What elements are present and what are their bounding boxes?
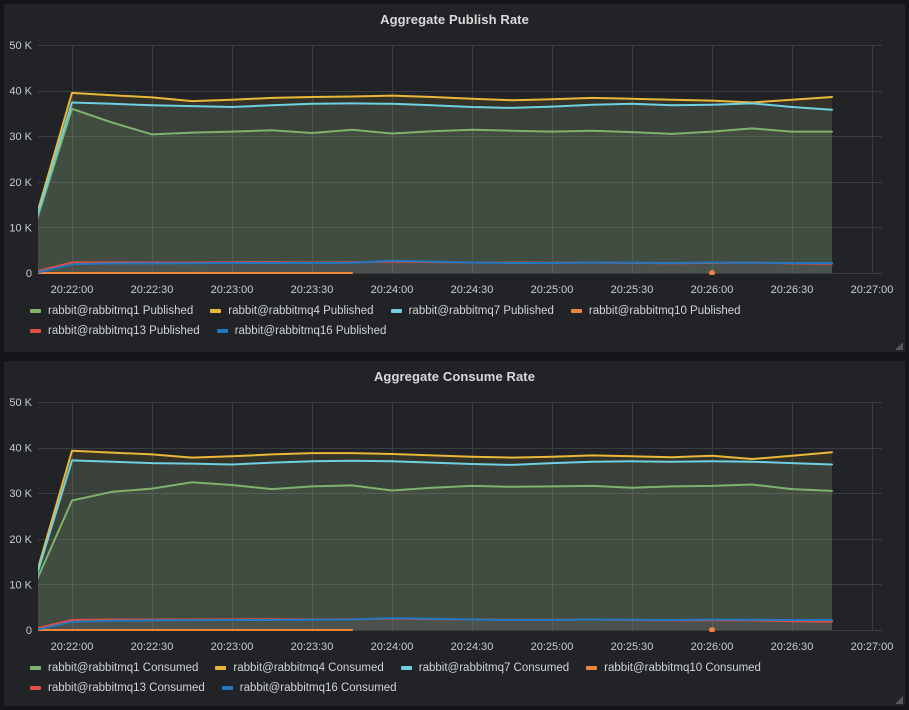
consume-rate-chart[interactable]: 0 10 K 20 K 30 K 40 K 50 K 20:22:00 20:22:30 20:… — [4, 361, 905, 661]
legend-series-label: rabbit@rabbitmq1 Consumed — [48, 662, 198, 674]
legend-series-label: rabbit@rabbitmq7 Consumed — [419, 662, 569, 674]
legend-series-label: rabbit@rabbitmq4 Published — [228, 305, 373, 317]
svg-text:30 K: 30 K — [9, 131, 32, 143]
svg-text:20:22:30: 20:22:30 — [131, 284, 174, 296]
svg-text:20:25:30: 20:25:30 — [611, 641, 654, 653]
legend-item[interactable]: rabbit@rabbitmq7 Consumed — [401, 659, 569, 676]
publish-rate-chart[interactable]: 0 10 K 20 K 30 K 40 K 50 K 20:22:00 20:22:30 20:… — [4, 4, 905, 304]
legend-item[interactable]: rabbit@rabbitmq4 Consumed — [215, 659, 383, 676]
svg-text:20:23:30: 20:23:30 — [291, 284, 334, 296]
svg-text:20 K: 20 K — [9, 177, 32, 189]
legend-series-label: rabbit@rabbitmq13 Published — [48, 325, 200, 337]
legend-series-color-icon — [586, 666, 597, 670]
svg-text:20:26:00: 20:26:00 — [691, 284, 734, 296]
panel-title-consume[interactable]: Aggregate Consume Rate — [4, 369, 905, 384]
svg-text:20:26:30: 20:26:30 — [771, 641, 814, 653]
legend-series-color-icon — [401, 666, 412, 670]
svg-text:20:26:00: 20:26:00 — [691, 641, 734, 653]
svg-text:20 K: 20 K — [9, 534, 32, 546]
svg-text:10 K: 10 K — [9, 222, 32, 234]
legend-series-label: rabbit@rabbitmq7 Published — [409, 305, 554, 317]
legend-series-color-icon — [30, 309, 41, 313]
svg-text:20:23:30: 20:23:30 — [291, 641, 334, 653]
legend-item[interactable]: rabbit@rabbitmq10 Published — [571, 302, 741, 319]
svg-text:20:23:00: 20:23:00 — [211, 641, 254, 653]
series-area — [37, 93, 832, 276]
svg-text:20:23:00: 20:23:00 — [211, 284, 254, 296]
svg-text:20:22:00: 20:22:00 — [51, 284, 94, 296]
svg-text:20:25:00: 20:25:00 — [531, 641, 574, 653]
legend-item[interactable]: rabbit@rabbitmq1 Consumed — [30, 659, 198, 676]
svg-text:20:24:30: 20:24:30 — [451, 641, 494, 653]
legend-series-color-icon — [571, 309, 582, 313]
svg-text:20:24:30: 20:24:30 — [451, 284, 494, 296]
svg-text:30 K: 30 K — [9, 488, 32, 500]
legend-series-label: rabbit@rabbitmq1 Published — [48, 305, 193, 317]
svg-text:40 K: 40 K — [9, 86, 32, 98]
svg-text:20:27:00: 20:27:00 — [851, 641, 894, 653]
panel-resize-handle-icon[interactable] — [895, 342, 903, 350]
legend-item[interactable]: rabbit@rabbitmq16 Consumed — [222, 679, 397, 696]
svg-text:20:24:00: 20:24:00 — [371, 641, 414, 653]
legend-item[interactable]: rabbit@rabbitmq13 Published — [30, 322, 200, 339]
svg-text:50 K: 50 K — [9, 397, 32, 409]
legend-series-label: rabbit@rabbitmq13 Consumed — [48, 682, 205, 694]
legend-series-label: rabbit@rabbitmq10 Consumed — [604, 662, 761, 674]
svg-text:40 K: 40 K — [9, 443, 32, 455]
legend-series-label: rabbit@rabbitmq10 Published — [589, 305, 741, 317]
svg-text:50 K: 50 K — [9, 40, 32, 52]
svg-text:20:27:00: 20:27:00 — [851, 284, 894, 296]
panel-aggregate-publish-rate: 0 10 K 20 K 30 K 40 K 50 K 20:22:00 20:22:30 20:… — [4, 4, 905, 352]
series-area — [37, 451, 832, 633]
legend-item[interactable]: rabbit@rabbitmq16 Published — [217, 322, 387, 339]
legend-series-color-icon — [30, 329, 41, 333]
legend-series-color-icon — [222, 686, 233, 690]
panel-title-publish[interactable]: Aggregate Publish Rate — [4, 12, 905, 27]
svg-text:20:24:00: 20:24:00 — [371, 284, 414, 296]
legend-item[interactable]: rabbit@rabbitmq10 Consumed — [586, 659, 761, 676]
svg-text:20:25:30: 20:25:30 — [611, 284, 654, 296]
consume-legend: rabbit@rabbitmq1 Consumed rabbit@rabbitmq… — [30, 659, 895, 696]
legend-item[interactable]: rabbit@rabbitmq13 Consumed — [30, 679, 205, 696]
svg-text:0: 0 — [26, 268, 32, 280]
time-series-plot: 0 10 K 20 K 30 K 40 K 50 K 20:22:00 20:22:30 20:… — [4, 361, 905, 661]
legend-series-label: rabbit@rabbitmq4 Consumed — [233, 662, 383, 674]
panel-aggregate-consume-rate: 0 10 K 20 K 30 K 40 K 50 K 20:22:00 20:22:30 20:… — [4, 361, 905, 706]
svg-text:10 K: 10 K — [9, 579, 32, 591]
legend-series-label: rabbit@rabbitmq16 Published — [235, 325, 387, 337]
svg-text:0: 0 — [26, 625, 32, 637]
legend-series-color-icon — [391, 309, 402, 313]
legend-item[interactable]: rabbit@rabbitmq4 Published — [210, 302, 373, 319]
time-series-plot: 0 10 K 20 K 30 K 40 K 50 K 20:22:00 20:22:30 20:… — [4, 4, 905, 304]
legend-series-color-icon — [30, 686, 41, 690]
legend-series-color-icon — [30, 666, 41, 670]
svg-text:20:25:00: 20:25:00 — [531, 284, 574, 296]
legend-item[interactable]: rabbit@rabbitmq1 Published — [30, 302, 193, 319]
svg-text:20:26:30: 20:26:30 — [771, 284, 814, 296]
legend-item[interactable]: rabbit@rabbitmq7 Published — [391, 302, 554, 319]
legend-series-label: rabbit@rabbitmq16 Consumed — [240, 682, 397, 694]
legend-series-color-icon — [215, 666, 226, 670]
svg-text:20:22:00: 20:22:00 — [51, 641, 94, 653]
svg-text:20:22:30: 20:22:30 — [131, 641, 174, 653]
legend-series-color-icon — [210, 309, 221, 313]
legend-series-color-icon — [217, 329, 228, 333]
publish-legend: rabbit@rabbitmq1 Published rabbit@rabbitm… — [30, 302, 895, 339]
panel-resize-handle-icon[interactable] — [895, 696, 903, 704]
